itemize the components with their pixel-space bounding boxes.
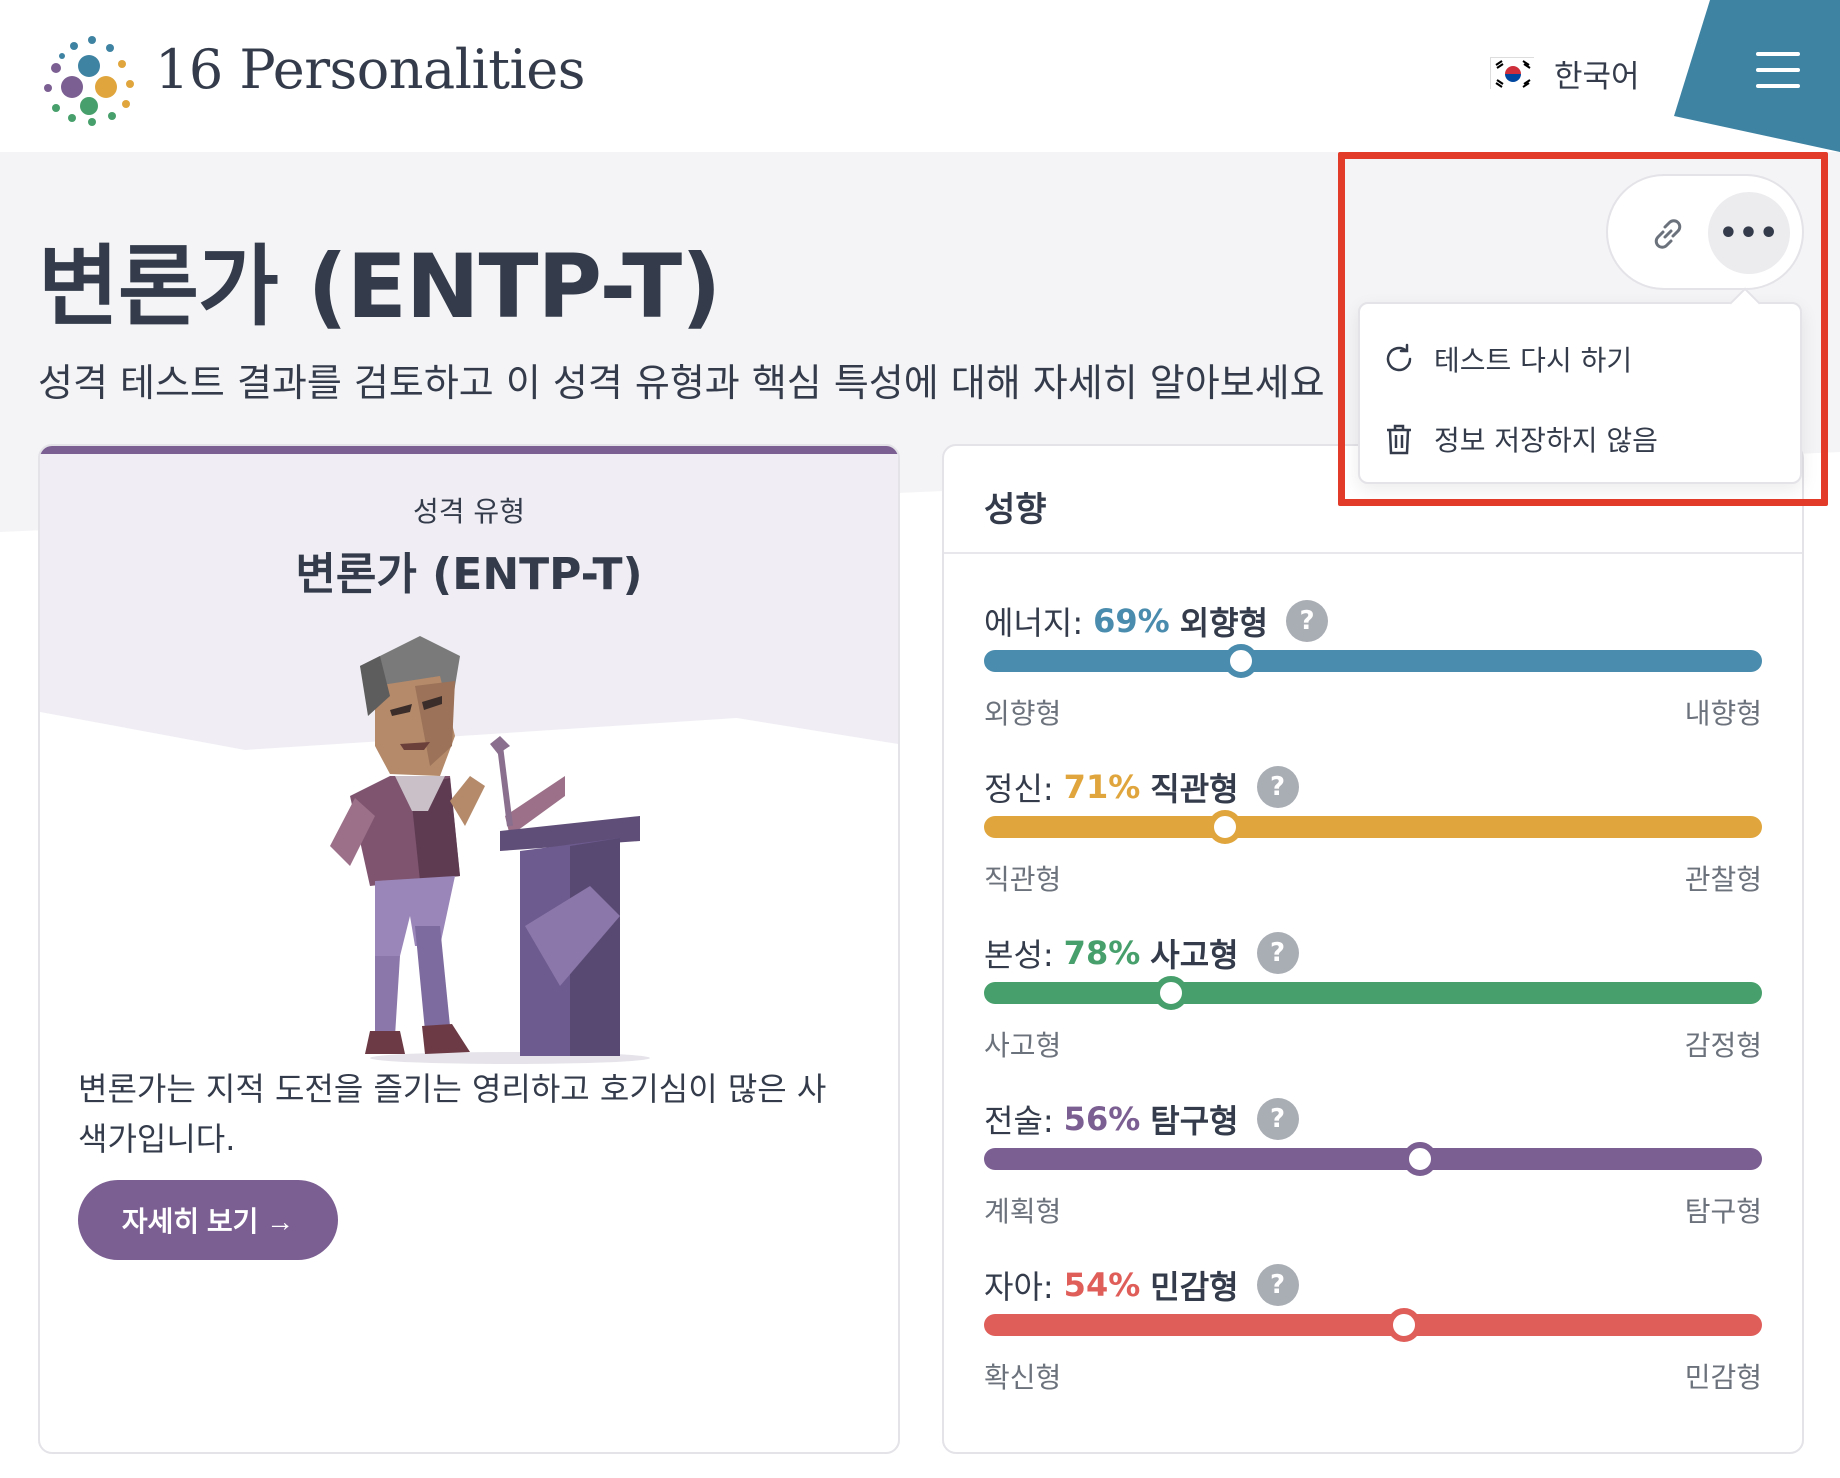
language-label: 한국어 xyxy=(1554,58,1640,95)
trait-bar xyxy=(984,810,1762,844)
result-actions: ••• xyxy=(1606,174,1804,290)
trait-pole-left: 직관형 xyxy=(984,863,1062,896)
trait-energy: 에너지: 69% 외향형 ? 외향형 내향형 xyxy=(984,598,1762,764)
type-name: 변론가 (ENTP-T) xyxy=(295,549,643,600)
trait-name: 탐구형 xyxy=(1150,1102,1239,1140)
trait-bar xyxy=(984,1142,1762,1176)
help-icon[interactable]: ? xyxy=(1256,932,1299,974)
trait-pole-right: 내향형 xyxy=(1684,697,1762,730)
divider xyxy=(944,552,1802,554)
debater-at-podium-illustration xyxy=(330,636,650,1064)
trait-knob xyxy=(1402,1142,1437,1176)
trait-category: 본성: xyxy=(984,936,1054,974)
trait-name: 사고형 xyxy=(1150,936,1239,974)
trait-knob xyxy=(1387,1308,1422,1342)
main-menu-button[interactable] xyxy=(1674,0,1840,152)
korea-flag-icon xyxy=(1490,57,1535,90)
help-icon[interactable]: ? xyxy=(1256,1264,1299,1306)
trait-percent: 71% xyxy=(1063,768,1141,806)
trait-knob xyxy=(1208,810,1243,844)
help-icon[interactable]: ? xyxy=(1256,766,1299,808)
refresh-icon xyxy=(1386,343,1412,372)
trait-percent: 54% xyxy=(1063,1266,1141,1304)
trait-identity: 자아: 54% 민감형 ? 확신형 민감형 xyxy=(984,1262,1762,1428)
page-subtitle: 성격 테스트 결과를 검토하고 이 성격 유형과 핵심 특성에 대해 자세히 알… xyxy=(38,361,1325,405)
page-title: 변론가 (ENTP-T) xyxy=(38,235,721,338)
trait-bar xyxy=(984,976,1762,1010)
trait-pole-left: 사고형 xyxy=(984,1029,1062,1062)
trait-pole-right: 탐구형 xyxy=(1684,1195,1762,1228)
trait-tactics: 전술: 56% 탐구형 ? 계획형 탐구형 xyxy=(984,1096,1762,1262)
language-selector[interactable]: 한국어 xyxy=(1490,50,1640,96)
trait-category: 전술: xyxy=(984,1102,1054,1140)
trait-pole-left: 확신형 xyxy=(984,1361,1062,1394)
help-icon[interactable]: ? xyxy=(1286,600,1329,642)
trait-category: 자아: xyxy=(984,1268,1054,1306)
learn-more-button[interactable]: 자세히 보기 → xyxy=(78,1180,338,1260)
trait-pole-right: 관찰형 xyxy=(1684,863,1762,896)
trait-percent: 69% xyxy=(1093,602,1170,640)
trait-percent: 56% xyxy=(1063,1100,1141,1138)
trait-category: 에너지: xyxy=(984,604,1084,642)
trait-pole-left: 외향형 xyxy=(984,697,1062,730)
trait-percent: 78% xyxy=(1063,934,1141,972)
trait-category: 정신: xyxy=(984,770,1054,808)
trait-bar xyxy=(984,1308,1762,1342)
traits-card: 성향 에너지: 69% 외향형 ? 외향형 내향형 정신: 71% 직관형 ? … xyxy=(942,444,1804,1454)
personality-type-card: 성격 유형 변론가 (ENTP-T) 변론가는 지적 도전을 즐기는 영리하고 … xyxy=(38,444,900,1454)
site-header: 16 Personalities 한국어 xyxy=(0,0,1840,152)
card-accent-bar xyxy=(40,446,898,454)
type-description: 변론가는 지적 도전을 즐기는 영리하고 호기심이 많은 사색가입니다. xyxy=(78,1070,827,1158)
trait-nature: 본성: 78% 사고형 ? 사고형 감정형 xyxy=(984,930,1762,1096)
trait-name: 직관형 xyxy=(1150,770,1239,808)
trash-icon xyxy=(1387,424,1411,455)
brand-name[interactable]: 16 Personalities xyxy=(155,38,585,101)
trait-knob xyxy=(1153,976,1188,1010)
trait-mind: 정신: 71% 직관형 ? 직관형 관찰형 xyxy=(984,764,1762,930)
trait-pole-right: 민감형 xyxy=(1684,1361,1762,1394)
type-label: 성격 유형 xyxy=(413,495,525,528)
trait-name: 민감형 xyxy=(1150,1268,1239,1306)
dots-logo-icon[interactable] xyxy=(34,18,144,128)
more-options-menu: 테스트 다시 하기 정보 저장하지 않음 xyxy=(1358,302,1802,484)
hamburger-menu-icon xyxy=(1756,52,1800,88)
menu-item-retake-test[interactable]: 테스트 다시 하기 xyxy=(1382,334,1632,384)
menu-item-do-not-save[interactable]: 정보 저장하지 않음 xyxy=(1382,414,1658,464)
trait-pole-right: 감정형 xyxy=(1684,1029,1762,1062)
help-icon[interactable]: ? xyxy=(1256,1098,1299,1140)
more-options-button[interactable]: ••• xyxy=(1708,192,1790,274)
menu-item-label: 정보 저장하지 않음 xyxy=(1434,424,1658,457)
menu-item-label: 테스트 다시 하기 xyxy=(1434,344,1633,377)
trait-pole-left: 계획형 xyxy=(984,1195,1062,1228)
link-icon[interactable] xyxy=(1640,206,1696,262)
trait-knob xyxy=(1223,644,1258,678)
traits-title: 성향 xyxy=(984,490,1047,530)
trait-name: 외향형 xyxy=(1179,604,1269,642)
trait-bar xyxy=(984,644,1762,678)
